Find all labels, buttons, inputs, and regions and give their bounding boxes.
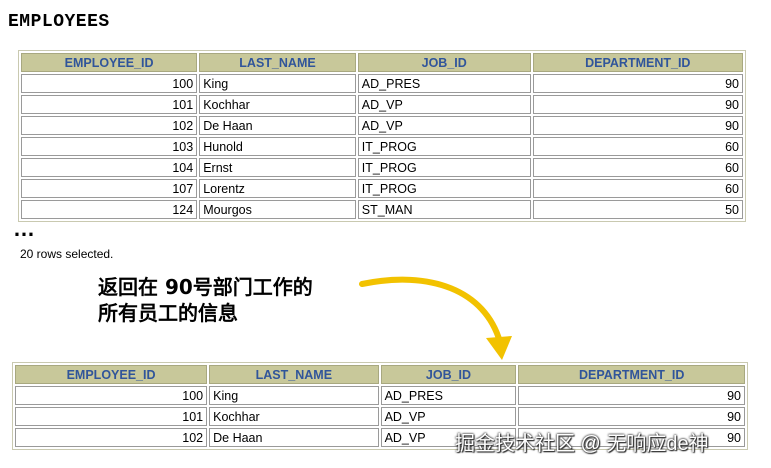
last-name-cell: De Haan [209,428,379,447]
column-header-job-id: JOB_ID [380,365,517,384]
last-name-cell: Mourgos [199,200,356,219]
department-id-cell: 90 [518,386,745,405]
department-id-cell: 90 [532,95,743,114]
employee-id-cell: 102 [21,116,198,135]
employee-id-cell: 107 [21,179,198,198]
table-row: 103 Hunold IT_PROG 60 [21,137,743,156]
employee-id-cell: 100 [15,386,208,405]
table-row: 104 Ernst IT_PROG 60 [21,158,743,177]
table-row: 100 King AD_PRES 90 [15,386,745,405]
last-name-cell: Kochhar [199,95,356,114]
more-rows-ellipsis: … [13,216,37,241]
job-id-cell: AD_PRES [380,386,517,405]
watermark: 掘金技术社区 @ 无响应de神 [455,433,709,455]
column-header-employee-id: EMPLOYEE_ID [15,365,208,384]
employee-id-cell: 101 [15,407,208,426]
employee-id-cell: 100 [21,74,198,93]
table-row: 124 Mourgos ST_MAN 50 [21,200,743,219]
department-id-cell: 60 [532,158,743,177]
job-id-cell: IT_PROG [357,158,531,177]
table-header-row: EMPLOYEE_ID LAST_NAME JOB_ID DEPARTMENT_… [21,53,743,72]
department-id-cell: 90 [532,74,743,93]
department-id-cell: 60 [532,179,743,198]
last-name-cell: Lorentz [199,179,356,198]
caption-line-2: 所有员工的信息 [98,301,238,325]
table-row: 101 Kochhar AD_VP 90 [21,95,743,114]
job-id-cell: AD_VP [357,95,531,114]
query-caption: 返回在 90号部门工作的 所有员工的信息 [98,274,313,326]
column-header-department-id: DEPARTMENT_ID [518,365,745,384]
table-row: 101 Kochhar AD_VP 90 [15,407,745,426]
department-id-cell: 50 [532,200,743,219]
rows-selected-status: 20 rows selected. [20,247,114,261]
column-header-department-id: DEPARTMENT_ID [532,53,743,72]
employees-table: EMPLOYEE_ID LAST_NAME JOB_ID DEPARTMENT_… [18,50,746,222]
employee-id-cell: 104 [21,158,198,177]
job-id-cell: IT_PROG [357,137,531,156]
column-header-job-id: JOB_ID [357,53,531,72]
caption-line-1: 返回在 90号部门工作的 [98,275,313,299]
last-name-cell: Kochhar [209,407,379,426]
job-id-cell: IT_PROG [357,179,531,198]
department-id-cell: 90 [518,407,745,426]
employee-id-cell: 101 [21,95,198,114]
employee-id-cell: 102 [15,428,208,447]
employee-id-cell: 124 [21,200,198,219]
job-id-cell: AD_PRES [357,74,531,93]
last-name-cell: King [199,74,356,93]
job-id-cell: AD_VP [380,407,517,426]
last-name-cell: Hunold [199,137,356,156]
department-id-cell: 60 [532,137,743,156]
employee-id-cell: 103 [21,137,198,156]
table-row: 100 King AD_PRES 90 [21,74,743,93]
last-name-cell: King [209,386,379,405]
job-id-cell: AD_VP [357,116,531,135]
column-header-last-name: LAST_NAME [209,365,379,384]
column-header-employee-id: EMPLOYEE_ID [21,53,198,72]
department-id-cell: 90 [532,116,743,135]
job-id-cell: ST_MAN [357,200,531,219]
arrow-icon [359,276,512,360]
table-row: 102 De Haan AD_VP 90 [21,116,743,135]
table-header-row: EMPLOYEE_ID LAST_NAME JOB_ID DEPARTMENT_… [15,365,745,384]
column-header-last-name: LAST_NAME [199,53,356,72]
table-row: 107 Lorentz IT_PROG 60 [21,179,743,198]
table-title: EMPLOYEES [8,12,110,32]
last-name-cell: De Haan [199,116,356,135]
last-name-cell: Ernst [199,158,356,177]
